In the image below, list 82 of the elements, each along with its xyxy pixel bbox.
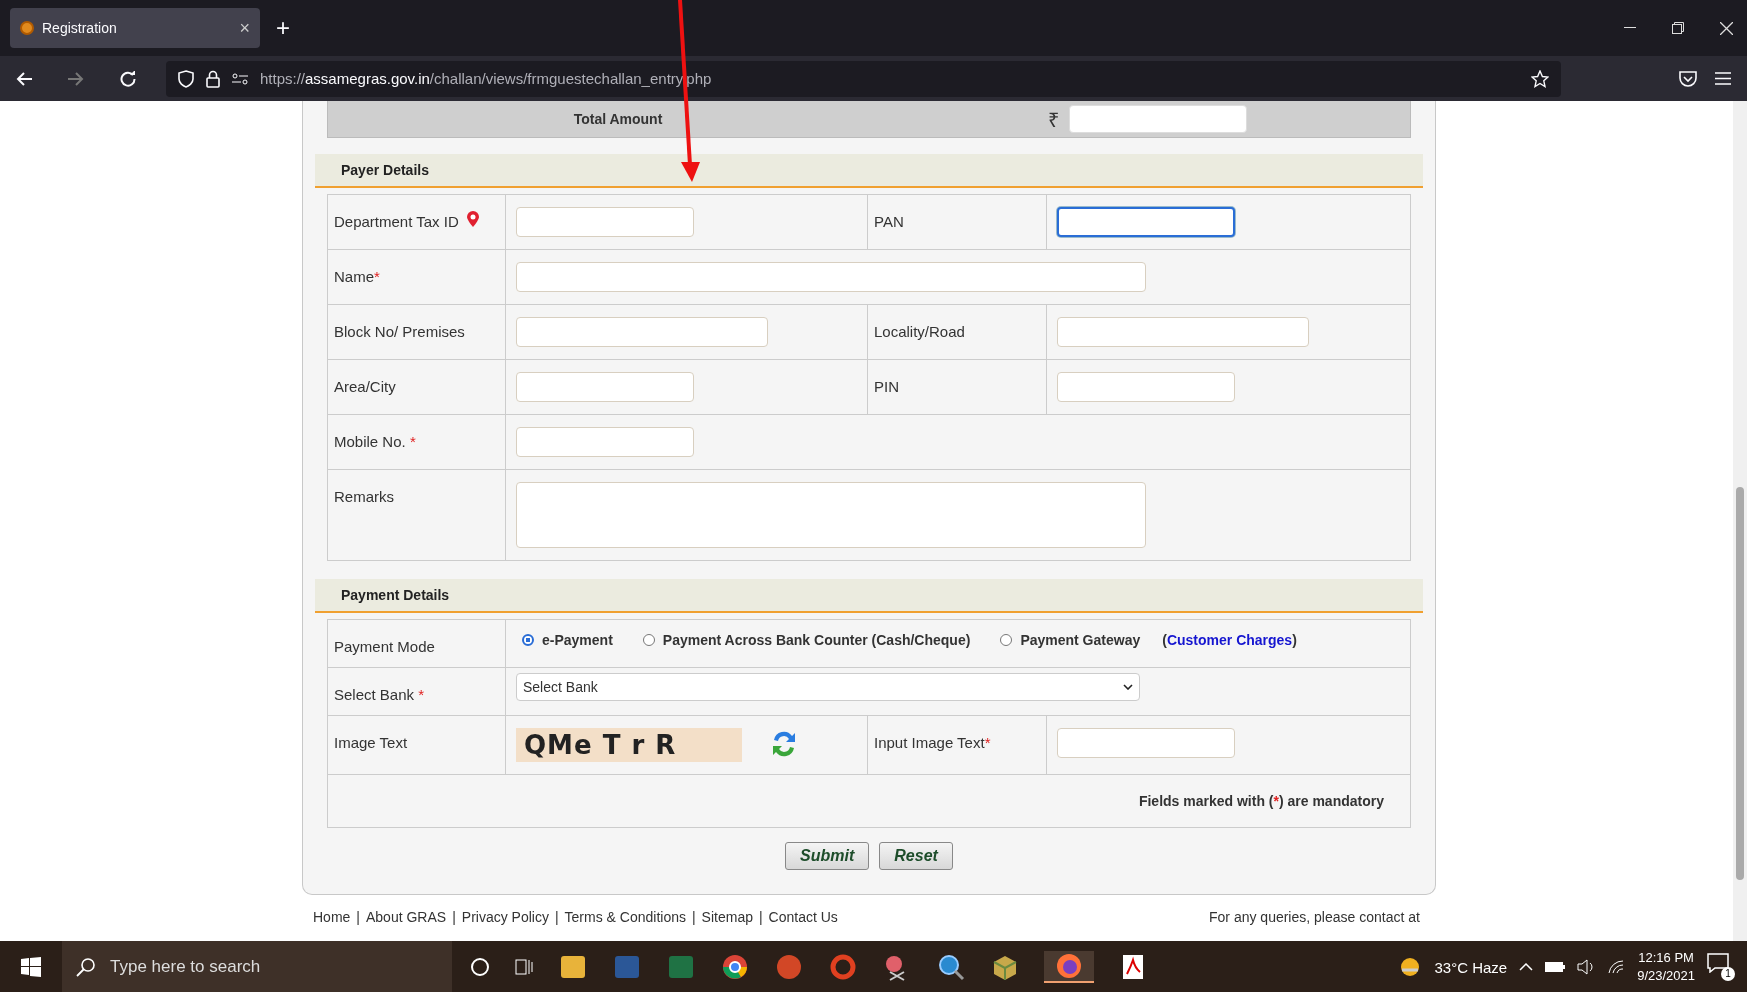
radio-label[interactable]: Payment Across Bank Counter (Cash/Cheque) — [662, 632, 971, 648]
field-label: PAN — [874, 212, 904, 230]
form-button[interactable]: Submit — [785, 842, 870, 870]
weather-text[interactable]: 33°C Haze — [1434, 958, 1508, 976]
radio-button[interactable] — [522, 634, 534, 646]
bank-dropdown[interactable]: Select Bank — [516, 673, 1140, 701]
separator-text: | — [452, 909, 456, 925]
scroll-thumb[interactable] — [1736, 487, 1744, 880]
chevron-up-icon[interactable] — [1519, 963, 1534, 971]
shield-icon[interactable] — [178, 69, 194, 88]
radio-label[interactable]: Payment Gateway — [1020, 632, 1141, 648]
browser-tab[interactable]: Registration × — [10, 8, 260, 48]
input-field[interactable] — [1057, 207, 1235, 237]
radio-button[interactable] — [642, 634, 655, 646]
clock[interactable]: 12:16 PM 9/23/2021 — [1637, 949, 1695, 985]
field-label: Remarks — [334, 487, 394, 505]
field-label: Name* — [334, 267, 380, 285]
notifications-button[interactable]: 1 — [1707, 953, 1735, 981]
back-icon[interactable] — [16, 71, 32, 86]
separator-text: | — [554, 909, 559, 925]
task-view-icon[interactable] — [514, 957, 534, 977]
field-label: PIN — [874, 377, 899, 395]
close-tab-button[interactable]: × — [239, 17, 250, 39]
currency-symbol: ₹ — [1048, 107, 1059, 133]
speaker-icon[interactable] — [1577, 959, 1596, 975]
search-icon — [76, 957, 96, 977]
minimize-icon[interactable] — [1624, 27, 1636, 29]
new-tab-button[interactable]: + — [276, 14, 290, 42]
total-amount-field[interactable] — [1069, 105, 1247, 133]
bookmark-star-icon[interactable] — [1531, 69, 1549, 88]
contact-text: For any queries, please contact at — [1209, 909, 1420, 925]
chrome-icon[interactable] — [720, 952, 750, 982]
ring-app-icon[interactable] — [828, 952, 858, 982]
total-amount-label: Total Amount — [572, 111, 664, 127]
separator-text: | — [691, 909, 696, 925]
footer-link[interactable]: Home — [313, 909, 351, 925]
chevron-down-icon — [1123, 684, 1133, 690]
separator-text: | — [758, 909, 763, 925]
footer-link[interactable]: Terms & Conditions — [564, 909, 686, 925]
radio-button[interactable] — [1000, 634, 1013, 646]
forward-icon[interactable] — [68, 71, 84, 86]
magnifier-globe-icon[interactable] — [936, 952, 966, 982]
notification-badge: 1 — [1721, 967, 1735, 981]
bracket-text: ( — [1162, 632, 1167, 648]
field-label: Locality/Road — [874, 322, 965, 340]
field-label: Payment Mode — [334, 637, 435, 655]
wifi-icon[interactable] — [1607, 959, 1626, 975]
close-icon[interactable] — [1720, 21, 1733, 35]
firefox-icon[interactable] — [1044, 951, 1094, 983]
mandatory-note: Fields marked with (*) are mandatory — [1138, 793, 1384, 809]
customer-charges-link[interactable]: Customer Charges — [1166, 632, 1293, 648]
taskbar-search-field[interactable]: Type here to search — [62, 941, 452, 992]
permissions-icon[interactable] — [232, 72, 248, 85]
field-label: Block No/ Premises — [334, 322, 465, 340]
bracket-text: ) — [1292, 632, 1297, 648]
menu-icon[interactable] — [1715, 72, 1731, 85]
restore-icon[interactable] — [1672, 22, 1684, 34]
section-header: Payer Details — [315, 154, 1423, 188]
footer-link[interactable]: Contact Us — [768, 909, 838, 925]
field-label: Area/City — [334, 377, 396, 395]
section-header: Payment Details — [315, 579, 1423, 613]
favicon-icon — [20, 21, 34, 35]
footer-link[interactable]: Sitemap — [701, 909, 753, 925]
footer-link[interactable]: About GRAS — [366, 909, 447, 925]
field-label: Input Image Text* — [874, 733, 991, 751]
form-button[interactable]: Reset — [879, 842, 953, 870]
reload-icon[interactable] — [120, 70, 136, 87]
footer-link[interactable]: Privacy Policy — [461, 909, 549, 925]
field-label: Image Text — [334, 733, 408, 751]
scrollbar[interactable] — [1733, 101, 1747, 941]
radio-label[interactable]: e-Payment — [542, 632, 613, 648]
help-pin-icon — [466, 211, 479, 227]
captcha-image: QMe T r R — [516, 728, 742, 762]
lock-icon[interactable] — [206, 69, 220, 88]
field-label: Department Tax ID — [334, 212, 459, 230]
field-label: Mobile No. * — [334, 432, 416, 450]
separator-text: | — [356, 909, 360, 925]
battery-icon[interactable] — [1545, 962, 1566, 972]
cortana-icon[interactable] — [470, 957, 490, 977]
pocket-icon[interactable] — [1679, 70, 1697, 87]
field-label: Select Bank * — [334, 685, 425, 703]
windows-start-icon[interactable] — [21, 957, 41, 977]
